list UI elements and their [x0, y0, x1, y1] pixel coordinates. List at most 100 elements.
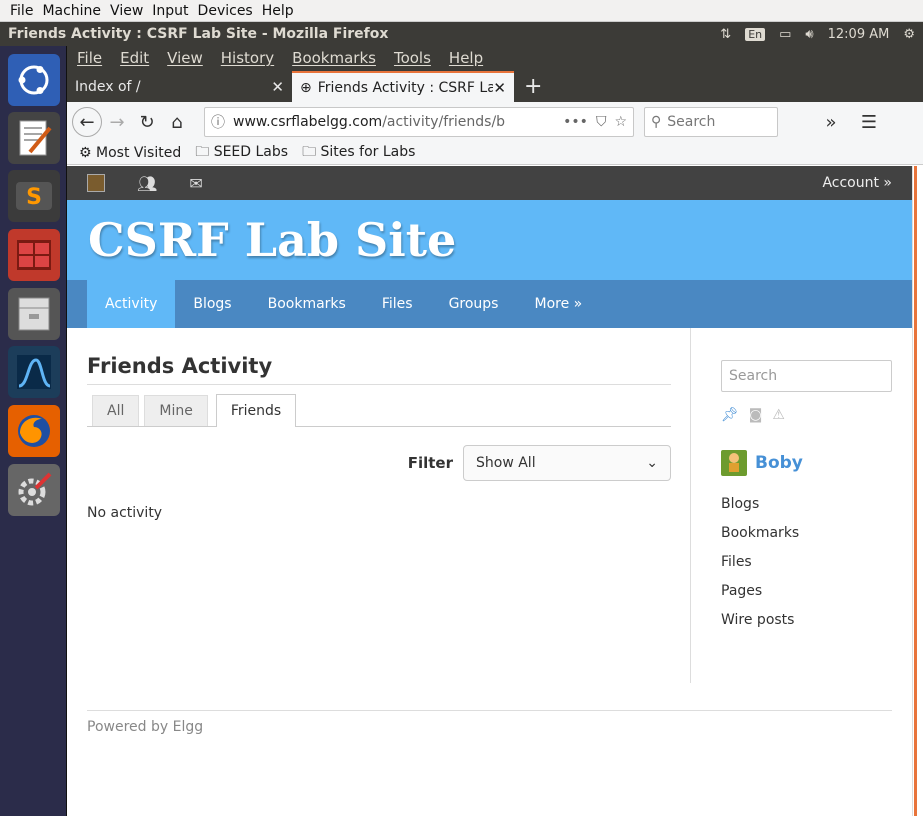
- messages-icon[interactable]: ✉: [189, 174, 202, 193]
- report-warning-icon[interactable]: ⚠: [772, 407, 785, 423]
- elgg-logo-icon[interactable]: [87, 174, 105, 192]
- vm-menu-help[interactable]: Help: [262, 3, 294, 19]
- sidebar-search-placeholder: Search: [729, 368, 778, 384]
- sublime-text-icon[interactable]: S: [8, 170, 60, 222]
- filter-select[interactable]: Show All ⌄: [463, 445, 671, 481]
- info-icon[interactable]: ⓘ: [211, 112, 225, 132]
- firefox-icon[interactable]: [8, 405, 60, 457]
- bookmark-sites-for-labs[interactable]: 🗀 Sites for Labs: [302, 141, 415, 165]
- tab-all[interactable]: All: [92, 395, 140, 426]
- tab-strip: Index of / ✕ ⊕ Friends Activity : CSRF L…: [67, 70, 923, 102]
- tab-active-title: Friends Activity : CSRF La: [317, 79, 494, 96]
- globe-icon: ⊕: [300, 79, 312, 96]
- vm-menu-view[interactable]: View: [110, 3, 143, 19]
- url-bar[interactable]: ⓘ www.csrflabelgg.com/activity/friends/b…: [204, 107, 634, 137]
- nav-more[interactable]: More »: [516, 280, 600, 328]
- account-menu[interactable]: Account »: [822, 175, 892, 191]
- search-icon: ⚲: [651, 114, 662, 130]
- home-button[interactable]: ⌂: [162, 107, 192, 137]
- nav-bookmarks[interactable]: Bookmarks: [250, 280, 364, 328]
- close-icon[interactable]: ✕: [271, 78, 284, 96]
- ubuntu-dash-icon[interactable]: [8, 54, 60, 106]
- network-icon[interactable]: ⇅: [720, 27, 731, 42]
- battery-icon[interactable]: ▭: [779, 27, 791, 42]
- forward-button[interactable]: →: [102, 107, 132, 137]
- page-scrollbar[interactable]: [912, 166, 923, 816]
- vm-menu-file[interactable]: File: [10, 3, 33, 19]
- nav-groups[interactable]: Groups: [431, 280, 517, 328]
- tab-index-title: Index of /: [75, 78, 141, 95]
- clock[interactable]: 12:09 AM: [828, 27, 890, 42]
- owner-link-blogs[interactable]: Blogs: [721, 496, 892, 525]
- keyboard-layout-indicator[interactable]: En: [745, 27, 766, 41]
- tab-mine[interactable]: Mine: [144, 395, 208, 426]
- owner-link-bookmarks[interactable]: Bookmarks: [721, 525, 892, 554]
- svg-text:S: S: [26, 185, 42, 210]
- site-title[interactable]: CSRF Lab Site: [88, 213, 456, 267]
- tab-friends[interactable]: Friends: [215, 394, 297, 427]
- friends-icon[interactable]: 👥︎: [137, 174, 157, 193]
- menu-tools[interactable]: Tools: [394, 49, 431, 67]
- vm-menu-machine[interactable]: Machine: [42, 3, 101, 19]
- sidebar: Search 📌︎ ◙ ⚠ Boby Blogs Bookmarks Files…: [721, 360, 892, 641]
- vm-menu-devices[interactable]: Devices: [198, 3, 253, 19]
- volume-icon[interactable]: 🔊︎: [805, 27, 813, 42]
- reload-button[interactable]: ↻: [132, 107, 162, 137]
- wireshark-icon[interactable]: [8, 346, 60, 398]
- sidebar-search-input[interactable]: Search: [721, 360, 892, 392]
- vm-menubar: File Machine View Input Devices Help: [0, 0, 923, 22]
- filter-label: Filter: [407, 454, 453, 472]
- overflow-menu-button[interactable]: »: [816, 107, 846, 137]
- new-tab-button[interactable]: +: [524, 74, 542, 99]
- search-placeholder: Search: [667, 114, 716, 130]
- site-header: CSRF Lab Site: [67, 200, 912, 280]
- unity-launcher: S: [0, 46, 67, 816]
- file-manager-icon[interactable]: [8, 288, 60, 340]
- search-bar[interactable]: ⚲ Search: [644, 107, 778, 137]
- filter-select-value: Show All: [476, 455, 536, 471]
- page-actions-button[interactable]: •••: [563, 114, 588, 130]
- tab-index[interactable]: Index of / ✕: [67, 71, 292, 102]
- web-page: 👥︎ ✉ Account » CSRF Lab Site Activity Bl…: [67, 166, 912, 816]
- menu-edit[interactable]: Edit: [120, 49, 149, 67]
- terminal-icon[interactable]: [8, 229, 60, 281]
- window-title: Friends Activity : CSRF Lab Site - Mozil…: [8, 26, 389, 42]
- pin-icon[interactable]: 📌︎: [721, 407, 739, 423]
- system-settings-icon[interactable]: [8, 464, 60, 516]
- os-top-panel: Friends Activity : CSRF Lab Site - Mozil…: [0, 22, 923, 46]
- bookmark-seed-labs[interactable]: 🗀 SEED Labs: [195, 141, 288, 165]
- nav-blogs[interactable]: Blogs: [175, 280, 249, 328]
- filter-row: Filter Show All ⌄: [87, 445, 671, 481]
- chevron-down-icon: ⌄: [646, 455, 658, 471]
- owner-link-files[interactable]: Files: [721, 554, 892, 583]
- menu-bookmarks[interactable]: Bookmarks: [292, 49, 376, 67]
- elgg-topbar: 👥︎ ✉ Account »: [67, 166, 912, 200]
- bookmark-most-visited[interactable]: ⚙ Most Visited: [79, 145, 181, 161]
- system-gear-icon[interactable]: ⚙: [903, 27, 915, 42]
- tab-friends-activity[interactable]: ⊕ Friends Activity : CSRF La ✕: [292, 71, 514, 102]
- sidebar-icons: 📌︎ ◙ ⚠: [721, 406, 892, 424]
- menu-file[interactable]: File: [77, 49, 102, 67]
- avatar[interactable]: [721, 450, 747, 476]
- owner-block: Boby: [721, 450, 892, 476]
- menu-view[interactable]: View: [167, 49, 203, 67]
- bookmark-star-icon[interactable]: ☆: [614, 114, 627, 130]
- hamburger-menu-button[interactable]: ☰: [854, 107, 884, 137]
- sidebar-divider: [690, 328, 691, 683]
- rss-icon[interactable]: ◙: [749, 407, 763, 423]
- back-button[interactable]: ←: [72, 107, 102, 137]
- pocket-icon[interactable]: ⛉: [596, 114, 607, 130]
- owner-link-wire-posts[interactable]: Wire posts: [721, 612, 892, 641]
- owner-link-pages[interactable]: Pages: [721, 583, 892, 612]
- site-nav: Activity Blogs Bookmarks Files Groups Mo…: [67, 280, 912, 328]
- site-footer: Powered by Elgg: [87, 710, 892, 735]
- text-editor-icon[interactable]: [8, 112, 60, 164]
- owner-name[interactable]: Boby: [755, 453, 803, 473]
- close-icon[interactable]: ✕: [493, 79, 506, 97]
- powered-by-link[interactable]: Powered by Elgg: [87, 719, 203, 735]
- vm-menu-input[interactable]: Input: [152, 3, 188, 19]
- menu-help[interactable]: Help: [449, 49, 483, 67]
- nav-files[interactable]: Files: [364, 280, 431, 328]
- nav-activity[interactable]: Activity: [87, 280, 176, 328]
- menu-history[interactable]: History: [221, 49, 274, 67]
